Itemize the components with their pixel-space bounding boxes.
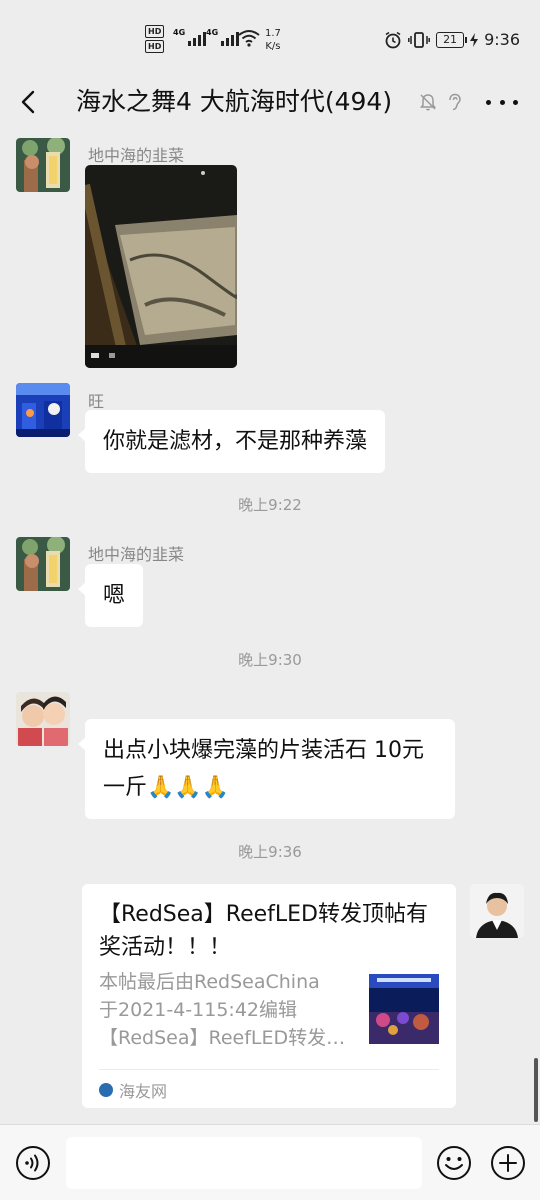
message-bubble[interactable]: 出点小块爆完藻的片装活石 10元一斤🙏🙏🙏 bbox=[78, 719, 455, 819]
signal-icon: 4G bbox=[173, 28, 207, 46]
chat-title: 海水之舞4 大航海时代(494) bbox=[76, 87, 393, 116]
avatar[interactable] bbox=[470, 884, 524, 938]
source-icon bbox=[99, 1083, 113, 1097]
sender-name: 地中海的韭菜 bbox=[88, 545, 185, 564]
message-bubble[interactable]: 你就是滤材，不是那种养藻 bbox=[77, 410, 386, 473]
avatar[interactable] bbox=[16, 537, 70, 591]
image-message[interactable] bbox=[85, 165, 237, 368]
avatar[interactable] bbox=[16, 692, 70, 746]
chat-header: 海水之舞4 大航海时代(494) bbox=[0, 78, 540, 126]
voice-icon[interactable] bbox=[15, 1145, 51, 1181]
message-input[interactable] bbox=[66, 1137, 422, 1189]
hd-badge: HD bbox=[145, 25, 165, 38]
earpiece-icon bbox=[449, 93, 461, 111]
more-icon[interactable] bbox=[486, 90, 518, 114]
network-speed: 1.7 K/s bbox=[265, 28, 281, 52]
charging-icon bbox=[470, 32, 479, 47]
back-arrow-icon[interactable] bbox=[14, 86, 46, 118]
timestamp: 晚上9:30 bbox=[238, 651, 302, 669]
battery-icon: 21 bbox=[436, 31, 468, 48]
clock: 9:36 bbox=[484, 30, 520, 49]
status-bar: HD HD 4G 4G 1.7 K/s 21 9:36 bbox=[0, 0, 540, 78]
hd-badge: HD bbox=[145, 40, 165, 53]
link-card-thumbnail bbox=[369, 974, 439, 1044]
avatar[interactable] bbox=[16, 383, 70, 437]
emoji-icon[interactable] bbox=[436, 1145, 472, 1181]
timestamp: 晚上9:22 bbox=[238, 496, 302, 514]
link-card-title: 【RedSea】ReefLED转发顶帖有奖活动！！！ bbox=[99, 902, 428, 960]
wifi-icon bbox=[238, 30, 260, 47]
vibrate-icon bbox=[408, 31, 431, 48]
divider bbox=[99, 1069, 439, 1070]
title-icons bbox=[418, 92, 464, 112]
message-bubble[interactable]: 嗯 bbox=[77, 564, 144, 627]
link-card-source: 海友网 bbox=[99, 1078, 167, 1102]
alarm-icon bbox=[385, 31, 401, 48]
status-right: 21 9:36 bbox=[384, 30, 520, 49]
avatar[interactable] bbox=[16, 138, 70, 192]
sender-name: 地中海的韭菜 bbox=[88, 146, 185, 165]
scrollbar[interactable] bbox=[534, 1058, 538, 1122]
link-card[interactable]: 【RedSea】ReefLED转发顶帖有奖活动！！！ 本帖最后由RedSeaCh… bbox=[82, 884, 456, 1108]
link-card-description: 本帖最后由RedSeaChina 于2021-4-115:42编辑 【RedSe… bbox=[99, 971, 346, 1049]
sender-name: 旺 bbox=[88, 392, 105, 411]
plus-icon[interactable] bbox=[490, 1145, 526, 1181]
signal-icon: 4G bbox=[206, 28, 240, 46]
message-list[interactable]: 地中海的韭菜 旺 你就是滤材，不是那种养藻 晚上9:22 地中海的韭菜 嗯 晚上… bbox=[0, 126, 540, 1124]
timestamp: 晚上9:36 bbox=[238, 843, 302, 861]
input-bar bbox=[0, 1124, 540, 1200]
network-indicator: HD HD bbox=[145, 25, 165, 55]
mute-bell-icon bbox=[420, 94, 436, 111]
